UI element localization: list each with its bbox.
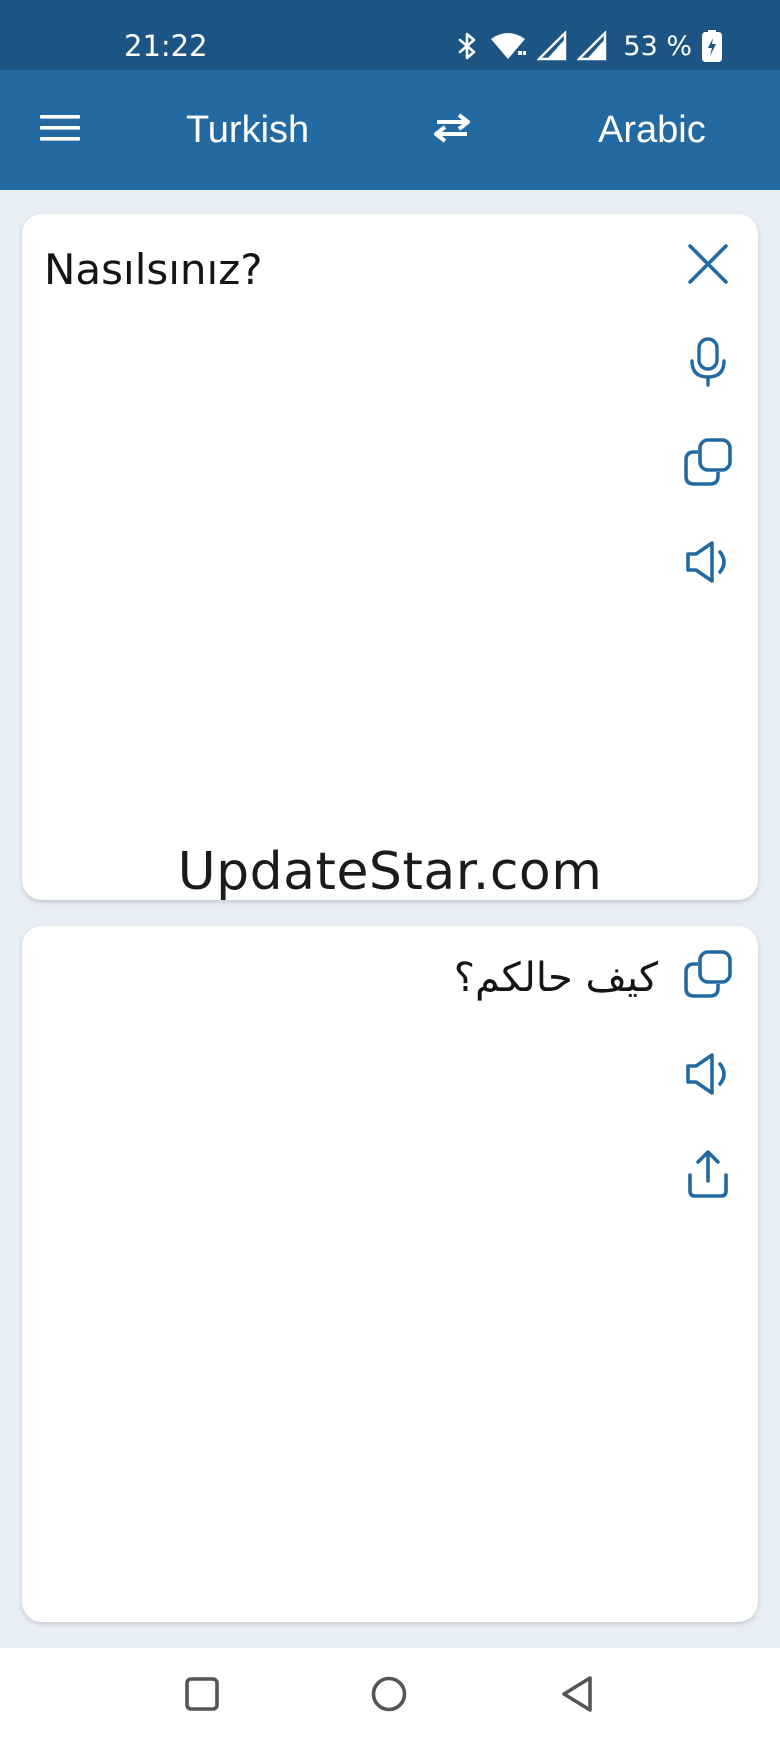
swap-languages-button[interactable] (426, 108, 478, 152)
app-bar: Turkish Arabic (0, 70, 780, 190)
speak-source-button[interactable] (676, 530, 740, 594)
translation-card: كيف حالكم؟ (22, 926, 758, 1622)
recents-button[interactable] (172, 1666, 232, 1726)
battery-charging-icon (702, 30, 722, 62)
signal-icon (537, 31, 567, 61)
battery-percentage: 53 % (623, 30, 692, 62)
copy-source-button[interactable] (676, 430, 740, 494)
speak-translation-button[interactable] (676, 1042, 740, 1106)
copy-icon (684, 950, 732, 998)
share-translation-button[interactable] (676, 1142, 740, 1206)
bluetooth-icon (457, 31, 479, 61)
system-navigation-bar (0, 1648, 780, 1742)
microphone-icon (688, 337, 728, 387)
menu-button[interactable] (30, 104, 90, 156)
wifi-icon (489, 31, 527, 61)
swap-arrows-icon (431, 112, 473, 149)
status-time: 21:22 (124, 29, 208, 63)
close-icon (686, 242, 730, 286)
speaker-icon (684, 540, 732, 584)
back-triangle-icon (559, 1675, 595, 1718)
home-circle-icon (370, 1675, 408, 1718)
copy-icon (684, 438, 732, 486)
hamburger-menu-icon (38, 112, 82, 149)
back-button[interactable] (547, 1666, 607, 1726)
status-icons: 53 % (457, 28, 722, 64)
watermark: UpdateStar.com (177, 842, 603, 902)
status-bar: 21:22 53 % (0, 0, 780, 70)
signal-icon (577, 31, 607, 61)
speaker-icon (684, 1052, 732, 1096)
voice-input-button[interactable] (676, 330, 740, 394)
translated-text: كيف حالكم؟ (453, 955, 658, 1001)
target-language-button[interactable]: Arabic (598, 100, 706, 160)
clear-text-button[interactable] (676, 232, 740, 296)
recents-square-icon (184, 1676, 220, 1717)
copy-translation-button[interactable] (676, 942, 740, 1006)
home-button[interactable] (359, 1666, 419, 1726)
source-text-input[interactable]: Nasılsınız? (44, 244, 644, 296)
share-icon (686, 1149, 730, 1199)
source-text-card: Nasılsınız? (22, 214, 758, 900)
source-language-button[interactable]: Turkish (186, 100, 309, 160)
